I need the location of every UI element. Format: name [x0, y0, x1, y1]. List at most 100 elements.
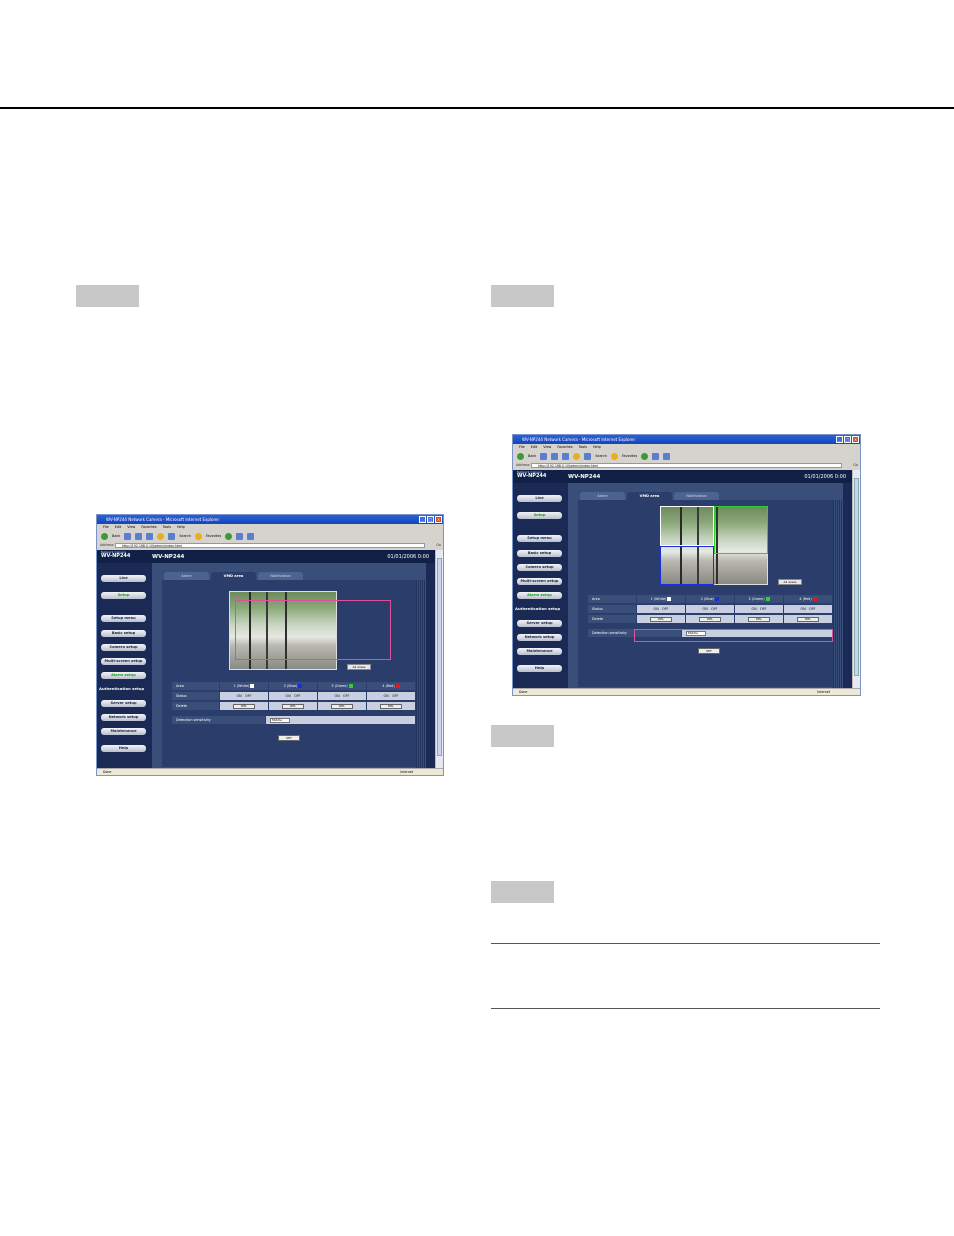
multiscreen-setup-button[interactable]: Multi-screen setup	[517, 578, 562, 585]
del-button-4[interactable]: DEL	[380, 703, 402, 709]
network-setup-button[interactable]: Network setup	[101, 714, 146, 721]
search-label[interactable]: Search	[595, 451, 607, 461]
menu-edit[interactable]: Edit	[115, 524, 122, 530]
tab-vmd-area[interactable]: VMD area	[627, 492, 672, 500]
scroll-thumb[interactable]	[854, 478, 859, 676]
maximize-icon[interactable]: □	[844, 436, 851, 443]
camera-setup-button[interactable]: Camera setup	[101, 644, 146, 651]
menu-tools[interactable]: Tools	[579, 444, 587, 450]
del-button-3[interactable]: DEL	[331, 703, 353, 709]
menu-view[interactable]: View	[127, 524, 135, 530]
minimize-icon[interactable]: _	[836, 436, 843, 443]
camera-setup-button[interactable]: Camera setup	[517, 564, 562, 571]
menu-help[interactable]: Help	[593, 444, 601, 450]
status-area-1[interactable]: ON OFF	[220, 692, 269, 700]
menu-favorites[interactable]: Favorites	[557, 444, 572, 450]
back-label[interactable]: Back	[528, 451, 536, 461]
status-area-3[interactable]: ON OFF	[735, 605, 784, 613]
detection-select[interactable]: Middle	[270, 717, 290, 723]
status-area-1[interactable]: ON OFF	[637, 605, 686, 613]
minimize-icon[interactable]: _	[419, 516, 426, 523]
menu-file[interactable]: File	[103, 524, 109, 530]
server-setup-button[interactable]: Server setup	[517, 620, 562, 627]
set-button[interactable]: SET	[698, 648, 720, 654]
mail-icon[interactable]	[236, 532, 244, 540]
authentication-setup-label[interactable]: Authentication setup	[99, 685, 144, 692]
basic-setup-button[interactable]: Basic setup	[101, 630, 146, 637]
del-button-3[interactable]: DEL	[748, 616, 770, 622]
status-area-4[interactable]: ON OFF	[367, 692, 416, 700]
back-label[interactable]: Back	[112, 531, 120, 541]
status-area-2[interactable]: ON OFF	[686, 605, 735, 613]
tab-alarm[interactable]: Alarm	[164, 572, 209, 580]
all-areas-button[interactable]: All areas	[347, 664, 371, 670]
menu-favorites[interactable]: Favorites	[141, 524, 156, 530]
mail-icon[interactable]	[652, 452, 660, 460]
stop-icon[interactable]	[551, 452, 559, 460]
maximize-icon[interactable]: □	[427, 516, 434, 523]
print-icon[interactable]	[247, 532, 255, 540]
refresh-icon[interactable]	[562, 452, 570, 460]
del-button-2[interactable]: DEL	[282, 703, 304, 709]
del-button-2[interactable]: DEL	[699, 616, 721, 622]
status-area-4[interactable]: ON OFF	[784, 605, 833, 613]
multiscreen-setup-button[interactable]: Multi-screen setup	[101, 658, 146, 665]
del-button-4[interactable]: DEL	[797, 616, 819, 622]
print-icon[interactable]	[663, 452, 671, 460]
home-icon[interactable]	[573, 452, 581, 460]
alarm-setup-button[interactable]: Alarm setup	[517, 592, 562, 599]
basic-setup-button[interactable]: Basic setup	[517, 550, 562, 557]
search-icon[interactable]	[584, 452, 592, 460]
scroll-thumb[interactable]	[437, 558, 442, 756]
search-label[interactable]: Search	[179, 531, 191, 541]
live-button[interactable]: Live	[517, 495, 562, 502]
forward-icon[interactable]	[124, 532, 132, 540]
close-icon[interactable]: ×	[852, 436, 859, 443]
back-icon[interactable]	[517, 452, 524, 460]
del-button-1[interactable]: DEL	[650, 616, 672, 622]
set-button[interactable]: SET	[278, 735, 300, 741]
search-icon[interactable]	[168, 532, 176, 540]
del-button-1[interactable]: DEL	[233, 703, 255, 709]
scrollbar[interactable]	[435, 550, 443, 769]
go-button[interactable]: Go	[853, 462, 858, 469]
maintenance-button[interactable]: Maintenance	[517, 648, 562, 655]
history-icon[interactable]	[225, 532, 233, 540]
scrollbar[interactable]	[852, 470, 860, 689]
maintenance-button[interactable]: Maintenance	[101, 728, 146, 735]
setup-button[interactable]: Setup	[101, 592, 146, 599]
address-input[interactable]: http://192.168.0.10/admin/index.html	[115, 543, 425, 548]
alarm-setup-button[interactable]: Alarm setup	[101, 672, 146, 679]
menu-file[interactable]: File	[519, 444, 525, 450]
live-button[interactable]: Live	[101, 575, 146, 582]
network-setup-button[interactable]: Network setup	[517, 634, 562, 641]
favorites-icon[interactable]	[194, 532, 202, 540]
setup-button[interactable]: Setup	[517, 512, 562, 519]
go-button[interactable]: Go	[436, 542, 441, 549]
status-area-2[interactable]: ON OFF	[269, 692, 318, 700]
help-button[interactable]: Help	[517, 665, 562, 672]
status-area-3[interactable]: ON OFF	[318, 692, 367, 700]
address-input[interactable]: http://192.168.0.10/admin/index.html	[531, 463, 842, 468]
menu-edit[interactable]: Edit	[531, 444, 538, 450]
refresh-icon[interactable]	[146, 532, 154, 540]
stop-icon[interactable]	[135, 532, 143, 540]
help-button[interactable]: Help	[101, 745, 146, 752]
close-icon[interactable]: ×	[435, 516, 442, 523]
favorites-label[interactable]: Favorites	[206, 531, 221, 541]
menu-help[interactable]: Help	[177, 524, 185, 530]
menu-tools[interactable]: Tools	[163, 524, 171, 530]
history-icon[interactable]	[641, 452, 649, 460]
menu-view[interactable]: View	[543, 444, 551, 450]
vmd-area-blue[interactable]	[660, 546, 714, 585]
authentication-setup-label[interactable]: Authentication setup	[515, 605, 560, 612]
favorites-label[interactable]: Favorites	[622, 451, 637, 461]
back-icon[interactable]	[101, 532, 108, 540]
tab-alarm[interactable]: Alarm	[580, 492, 625, 500]
vmd-area-green[interactable]	[714, 506, 768, 554]
all-areas-button[interactable]: All areas	[778, 579, 802, 585]
tab-notification[interactable]: Notification	[674, 492, 719, 500]
vmd-area-white[interactable]	[660, 506, 714, 546]
forward-icon[interactable]	[540, 452, 548, 460]
home-icon[interactable]	[157, 532, 165, 540]
